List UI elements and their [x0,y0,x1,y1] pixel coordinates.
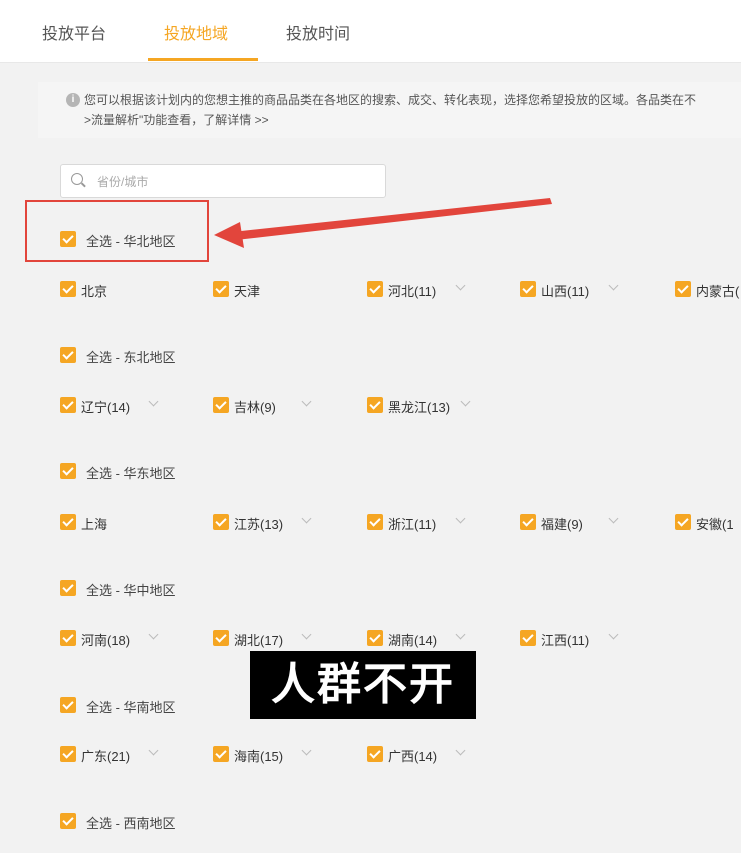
checkbox-hebei[interactable] [367,281,383,297]
region-label-southwest: 全选 - 西南地区 [86,816,176,831]
region-label-south: 全选 - 华南地区 [86,700,176,715]
province-jilin: 吉林(9) [234,400,276,415]
checkbox-jiangxi[interactable] [520,630,536,646]
province-jiangxi: 江西(11) [541,633,590,648]
region-label-east: 全选 - 华东地区 [86,466,176,481]
checkbox-jiangsu[interactable] [213,514,229,530]
province-heilongjiang: 黑龙江(13) [388,400,451,415]
checkbox-hunan[interactable] [367,630,383,646]
checkbox-shanxi[interactable] [520,281,536,297]
province-guangdong: 广东(21) [81,749,131,764]
province-henan: 河南(18) [81,633,131,648]
province-jiangsu: 江苏(13) [234,517,284,532]
checkbox-neimenggu[interactable] [675,281,691,297]
checkbox-heilongjiang[interactable] [367,397,383,413]
checkbox-hainan[interactable] [213,746,229,762]
province-shanxi: 山西(11) [541,284,590,299]
province-anhui: 安徽(1 [696,517,734,532]
province-hubei: 湖北(17) [234,633,284,648]
checkbox-zhejiang[interactable] [367,514,383,530]
province-hebei: 河北(11) [388,284,437,299]
checkbox-beijing[interactable] [60,281,76,297]
province-hainan: 海南(15) [234,749,284,764]
checkbox-shanghai[interactable] [60,514,76,530]
province-fujian: 福建(9) [541,517,583,532]
checkbox-region-east[interactable] [60,463,76,479]
checkbox-region-central[interactable] [60,580,76,596]
checkbox-guangdong[interactable] [60,746,76,762]
checkbox-fujian[interactable] [520,514,536,530]
province-neimenggu: 内蒙古( [696,284,740,299]
checkbox-region-south[interactable] [60,697,76,713]
province-guangxi: 广西(14) [388,749,438,764]
checkbox-jilin[interactable] [213,397,229,413]
checkbox-guangxi[interactable] [367,746,383,762]
checkbox-anhui[interactable] [675,514,691,530]
checkbox-hubei[interactable] [213,630,229,646]
region-label-northeast: 全选 - 东北地区 [86,350,176,365]
checkbox-tianjin[interactable] [213,281,229,297]
checkbox-region-southwest[interactable] [60,813,76,829]
province-shanghai: 上海 [81,517,108,532]
province-tianjin: 天津 [234,284,261,299]
province-zhejiang: 浙江(11) [388,517,437,532]
checkbox-liaoning[interactable] [60,397,76,413]
checkbox-henan[interactable] [60,630,76,646]
province-liaoning: 辽宁(14) [81,400,131,415]
province-hunan: 湖南(14) [388,633,438,648]
province-beijing: 北京 [81,284,108,299]
video-subtitle: 人群不开 [250,651,476,719]
checkbox-region-northeast[interactable] [60,347,76,363]
annotation-arrow [214,198,552,248]
region-label-central: 全选 - 华中地区 [86,583,176,598]
